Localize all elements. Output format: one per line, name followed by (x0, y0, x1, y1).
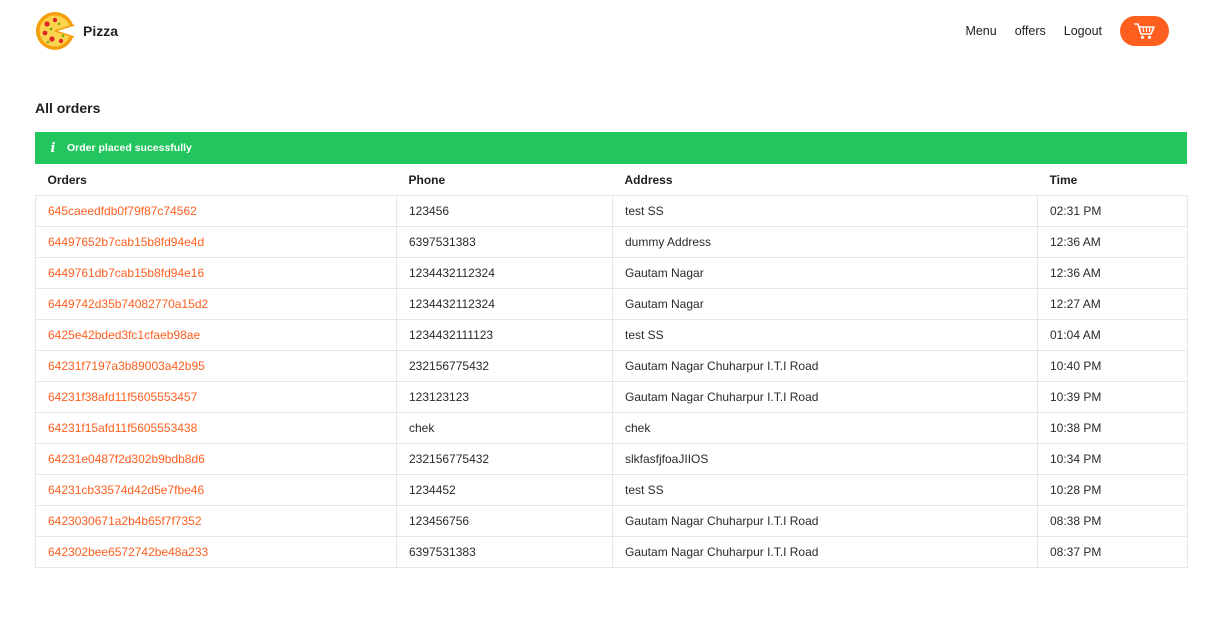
order-id-cell: 64231f7197a3b89003a42b95 (35, 350, 397, 382)
time-cell: 08:37 PM (1037, 536, 1188, 568)
table-row: 6423030671a2b4b65f7f7352 123456756 Gautam … (35, 505, 1188, 537)
order-id-link[interactable]: 64497652b7cab15b8fd94e4d (48, 235, 204, 249)
order-id-cell: 642302bee6572742be48a233 (35, 536, 397, 568)
column-header-orders: Orders (35, 165, 397, 196)
nav-link-offers[interactable]: offers (1015, 16, 1046, 46)
cart-button[interactable] (1120, 16, 1169, 46)
phone-cell: 1234452 (396, 474, 613, 506)
brand-home-link[interactable]: Pizza (35, 11, 118, 51)
info-icon: i (50, 140, 56, 156)
table-row: 64497652b7cab15b8fd94e4d 6397531383 dummy … (35, 226, 1188, 258)
phone-cell: 6397531383 (396, 226, 613, 258)
phone-cell: 1234432112324 (396, 257, 613, 289)
table-row: 6449761db7cab15b8fd94e16 1234432112324 Gau… (35, 257, 1188, 289)
phone-cell: 232156775432 (396, 443, 613, 475)
page-title: All orders (35, 100, 101, 116)
phone-cell: 123456756 (396, 505, 613, 537)
order-id-cell: 64231cb33574d42d5e7fbe46 (35, 474, 397, 506)
order-id-link[interactable]: 6423030671a2b4b65f7f7352 (48, 514, 202, 528)
time-cell: 10:28 PM (1037, 474, 1188, 506)
table-row: 6449742d35b74082770a15d2 1234432112324 Gau… (35, 288, 1188, 320)
orders-page: Pizza Menu offers Logout All orders i Or… (0, 0, 1223, 622)
address-cell: chek (612, 412, 1038, 444)
order-id-cell: 6425e42bded3fc1cfaeb98ae (35, 319, 397, 351)
table-header: Orders Phone Address Time (35, 165, 1188, 196)
address-cell: slkfasfjfoaJIIOS (612, 443, 1038, 475)
order-id-cell: 6449761db7cab15b8fd94e16 (35, 257, 397, 289)
time-cell: 12:27 AM (1037, 288, 1188, 320)
order-id-link[interactable]: 64231f7197a3b89003a42b95 (48, 359, 205, 373)
success-alert: i Order placed sucessfully (35, 132, 1187, 164)
phone-cell: chek (396, 412, 613, 444)
order-id-link[interactable]: 6449742d35b74082770a15d2 (48, 297, 208, 311)
order-id-cell: 64231f38afd11f5605553457 (35, 381, 397, 413)
address-cell: dummy Address (612, 226, 1038, 258)
column-header-address: Address (612, 165, 1038, 196)
time-cell: 02:31 PM (1037, 195, 1188, 227)
nav-link-logout[interactable]: Logout (1064, 16, 1102, 46)
time-cell: 01:04 AM (1037, 319, 1188, 351)
table-row: 64231f15afd11f5605553438 chek chek 10:38 PM (35, 412, 1188, 444)
phone-cell: 1234432112324 (396, 288, 613, 320)
time-cell: 10:38 PM (1037, 412, 1188, 444)
orders-table: Orders Phone Address Time 645caeedfdb0f7… (35, 165, 1188, 568)
header-row: Orders Phone Address Time (35, 165, 1188, 196)
table-row: 64231f7197a3b89003a42b95 232156775432 Gaut… (35, 350, 1188, 382)
time-cell: 10:39 PM (1037, 381, 1188, 413)
address-cell: Gautam Nagar (612, 288, 1038, 320)
phone-cell: 6397531383 (396, 536, 613, 568)
table-row: 64231f38afd11f5605553457 123123123 Gautam … (35, 381, 1188, 413)
order-id-link[interactable]: 64231f38afd11f5605553457 (48, 390, 197, 404)
cart-icon (1133, 23, 1155, 39)
time-cell: 08:38 PM (1037, 505, 1188, 537)
order-id-cell: 6423030671a2b4b65f7f7352 (35, 505, 397, 537)
column-header-phone: Phone (396, 165, 613, 196)
phone-cell: 123456 (396, 195, 613, 227)
table-row: 64231cb33574d42d5e7fbe46 1234452 test SS 10… (35, 474, 1188, 506)
pizza-logo-icon (36, 12, 75, 50)
time-cell: 12:36 AM (1037, 226, 1188, 258)
brand-name: Pizza (83, 23, 119, 39)
address-cell: Gautam Nagar (612, 257, 1038, 289)
table-body: 645caeedfdb0f79f87c74562 123456 test SS 02:… (35, 195, 1188, 568)
order-id-link[interactable]: 6449761db7cab15b8fd94e16 (48, 266, 204, 280)
phone-cell: 123123123 (396, 381, 613, 413)
order-id-cell: 64497652b7cab15b8fd94e4d (35, 226, 397, 258)
order-id-link[interactable]: 64231e0487f2d302b9bdb8d6 (48, 452, 205, 466)
address-cell: Gautam Nagar Chuharpur I.T.I Road (612, 350, 1038, 382)
navbar: Pizza Menu offers Logout (0, 0, 1223, 64)
address-cell: test SS (612, 319, 1038, 351)
address-cell: test SS (612, 195, 1038, 227)
table-row: 64231e0487f2d302b9bdb8d6 232156775432 slkf… (35, 443, 1188, 475)
order-id-link[interactable]: 642302bee6572742be48a233 (48, 545, 208, 559)
order-id-link[interactable]: 6425e42bded3fc1cfaeb98ae (48, 328, 200, 342)
order-id-cell: 64231f15afd11f5605553438 (35, 412, 397, 444)
column-header-time: Time (1037, 165, 1188, 196)
nav-link-menu[interactable]: Menu (965, 16, 996, 46)
address-cell: Gautam Nagar Chuharpur I.T.I Road (612, 536, 1038, 568)
table-row: 642302bee6572742be48a233 6397531383 Gautam… (35, 536, 1188, 568)
address-cell: test SS (612, 474, 1038, 506)
order-id-link[interactable]: 64231cb33574d42d5e7fbe46 (48, 483, 204, 497)
table-row: 645caeedfdb0f79f87c74562 123456 test SS 02:… (35, 195, 1188, 227)
table-row: 6425e42bded3fc1cfaeb98ae 1234432111123 tes… (35, 319, 1188, 351)
time-cell: 10:40 PM (1037, 350, 1188, 382)
time-cell: 10:34 PM (1037, 443, 1188, 475)
order-id-link[interactable]: 64231f15afd11f5605553438 (48, 421, 197, 435)
order-id-cell: 64231e0487f2d302b9bdb8d6 (35, 443, 397, 475)
address-cell: Gautam Nagar Chuharpur I.T.I Road (612, 505, 1038, 537)
phone-cell: 232156775432 (396, 350, 613, 382)
alert-message: Order placed sucessfully (67, 142, 192, 154)
nav-links: Menu offers Logout (965, 16, 1169, 46)
order-id-cell: 6449742d35b74082770a15d2 (35, 288, 397, 320)
phone-cell: 1234432111123 (396, 319, 613, 351)
order-id-cell: 645caeedfdb0f79f87c74562 (35, 195, 397, 227)
address-cell: Gautam Nagar Chuharpur I.T.I Road (612, 381, 1038, 413)
time-cell: 12:36 AM (1037, 257, 1188, 289)
order-id-link[interactable]: 645caeedfdb0f79f87c74562 (48, 204, 197, 218)
